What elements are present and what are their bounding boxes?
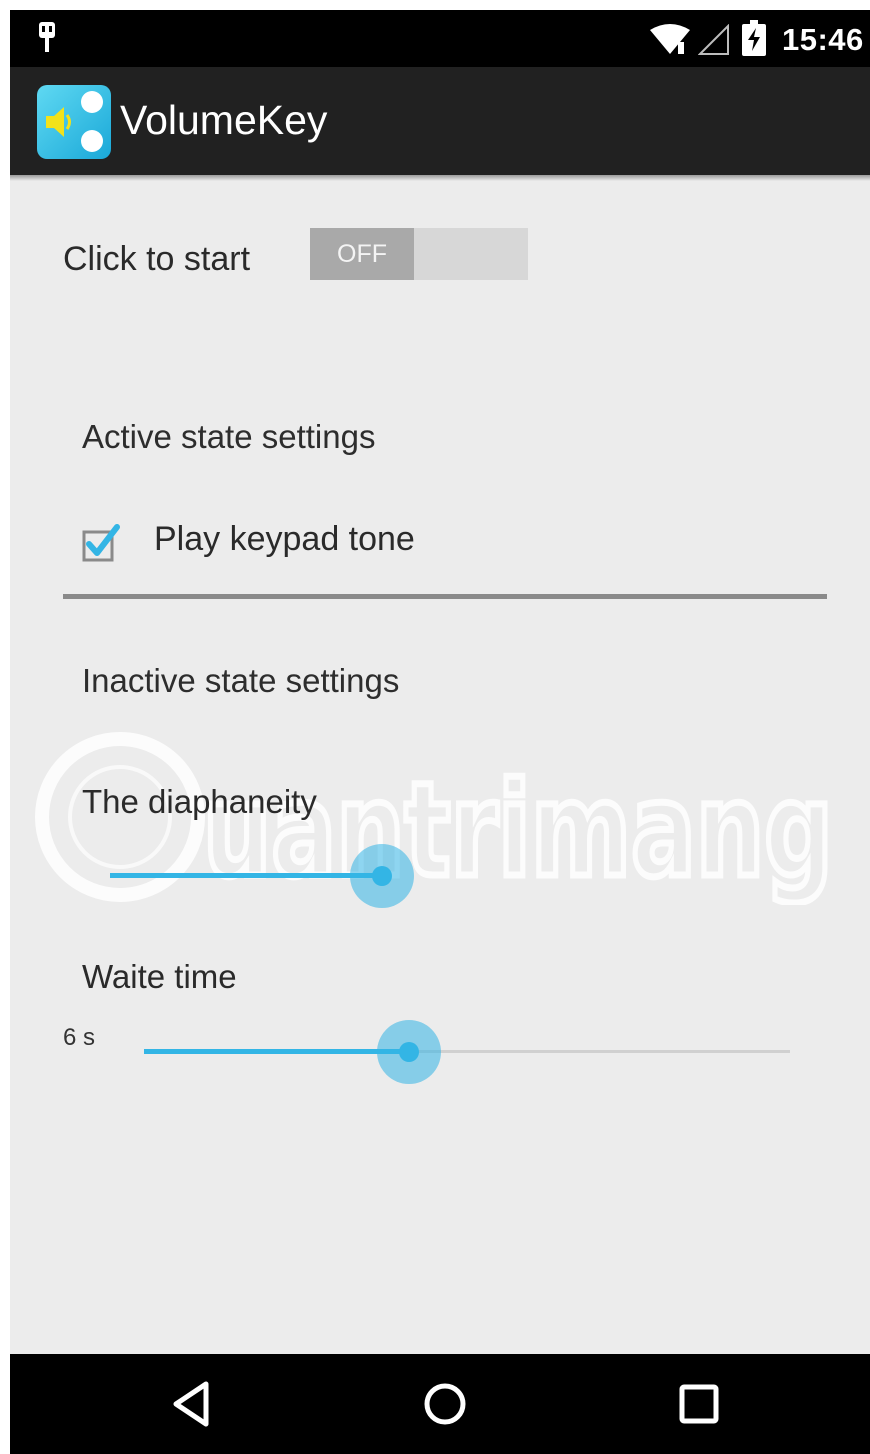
slider-thumb[interactable] [372,866,392,886]
action-bar-shadow [10,175,870,181]
usb-icon [39,22,55,52]
active-settings-title: Active state settings [82,418,376,455]
slider-fill [144,1049,409,1054]
action-bar: VolumeKey [10,67,870,175]
wifi-icon [650,24,690,54]
inactive-settings-title: Inactive state settings [82,662,400,699]
wait-time-slider[interactable] [144,1017,790,1087]
keypad-tone-label: Play keypad tone [154,520,415,558]
back-icon[interactable] [162,1376,222,1432]
start-toggle[interactable]: OFF [310,228,528,280]
recents-icon[interactable] [669,1376,729,1432]
phone-screen: 15:46 VolumeKey uantrimang Click to star… [10,10,870,1454]
diaphaneity-label: The diaphaneity [82,783,317,820]
start-label: Click to start [63,240,251,278]
app-title: VolumeKey [120,97,328,143]
slider-thumb[interactable] [398,1042,419,1062]
slider-fill [110,873,382,878]
section-divider [63,594,827,599]
status-clock: 15:46 [782,22,864,57]
wait-time-value: 6 s [63,1024,96,1051]
toggle-state-label: OFF [337,240,387,268]
battery-charging-icon [742,20,766,56]
keypad-tone-checkbox[interactable] [82,524,120,562]
home-icon[interactable] [415,1376,475,1432]
diaphaneity-slider[interactable] [110,841,790,911]
navigation-bar [10,1354,870,1454]
status-bar: 15:46 [10,10,870,67]
wait-time-label: Waite time [82,958,237,995]
signal-icon [698,24,729,55]
volumekey-app-icon[interactable] [37,85,111,159]
